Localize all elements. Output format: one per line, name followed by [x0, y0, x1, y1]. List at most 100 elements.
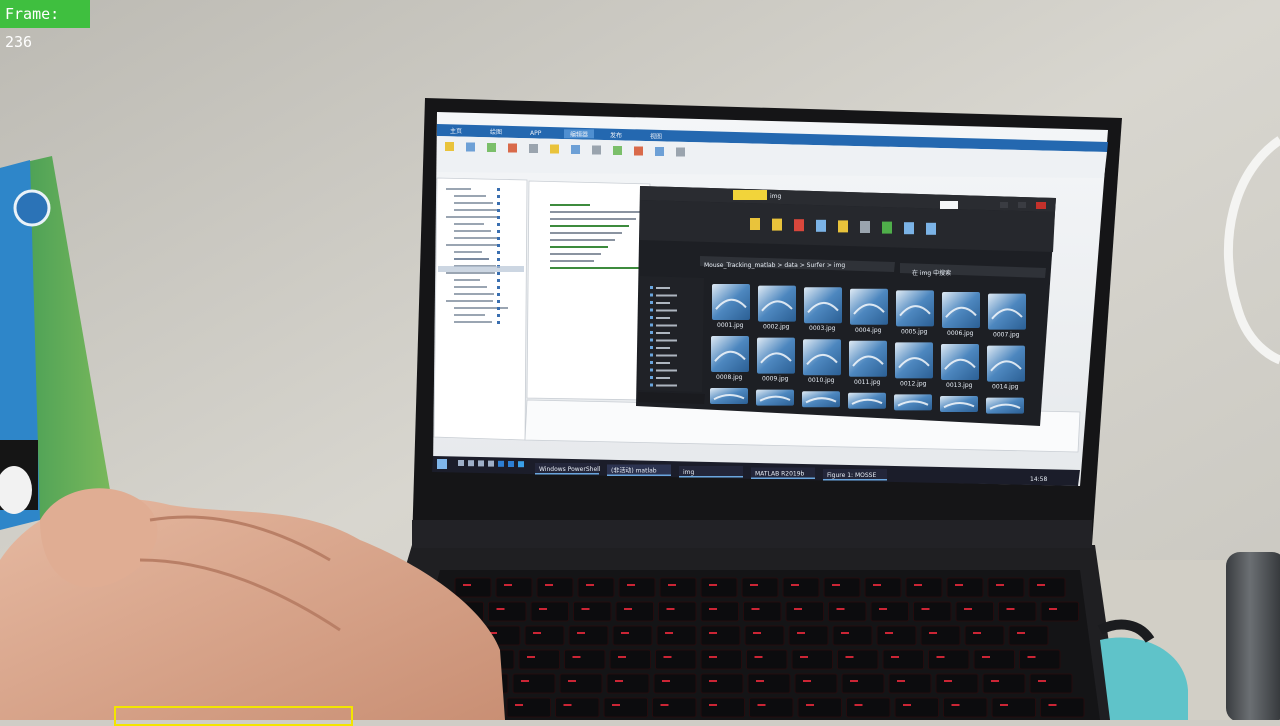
file-list-item[interactable]: [454, 314, 485, 316]
taskbar-pinned-icon[interactable]: [468, 460, 474, 467]
thumbnail-label: 0006.jpg: [947, 330, 974, 337]
file-list-item[interactable]: [454, 237, 498, 239]
nav-item[interactable]: [656, 317, 670, 319]
file-list-item[interactable]: [454, 223, 484, 225]
taskbar-app-button[interactable]: Windows PowerShell: [535, 463, 601, 475]
toolbar-icon[interactable]: [655, 147, 664, 156]
image-thumbnail[interactable]: [940, 396, 978, 412]
toolbar-icon[interactable]: [571, 145, 580, 154]
taskbar-app-button[interactable]: Figure 1: MOSSE: [823, 469, 887, 481]
taskbar-pinned-icon[interactable]: [508, 461, 514, 467]
frame-counter: Frame: 236: [0, 0, 90, 51]
taskbar-pinned-icon[interactable]: [478, 460, 484, 467]
taskbar-app-button[interactable]: img: [679, 466, 743, 478]
toolbar-icon[interactable]: [487, 143, 496, 152]
keyboard-key: [559, 673, 603, 694]
matlab-tab[interactable]: 视图: [650, 133, 662, 141]
file-list-item[interactable]: [446, 188, 471, 190]
nav-item[interactable]: [656, 294, 677, 297]
keyboard-key: [700, 577, 738, 598]
taskbar-pinned-icon[interactable]: [458, 460, 464, 466]
matlab-tab[interactable]: 编辑器: [570, 130, 588, 138]
matlab-tab[interactable]: 主页: [450, 127, 462, 135]
keyboard-key: [652, 697, 697, 718]
explorer-ribbon-icon[interactable]: [860, 221, 870, 233]
toolbar-icon[interactable]: [529, 144, 538, 153]
toolbar-icon[interactable]: [634, 146, 643, 156]
toolbar-icon[interactable]: [508, 143, 517, 153]
file-list-item[interactable]: [454, 286, 487, 288]
file-list-item[interactable]: [454, 230, 491, 232]
file-list-item[interactable]: [446, 272, 495, 274]
taskbar-app-button[interactable]: MATLAB R2019b: [751, 467, 815, 480]
explorer-ribbon-icon[interactable]: [904, 222, 914, 235]
explorer-ribbon-icon[interactable]: [816, 219, 826, 232]
matlab-tab[interactable]: APP: [530, 130, 542, 137]
start-button[interactable]: [437, 459, 447, 469]
toolbar-icon[interactable]: [466, 142, 475, 152]
file-list-item[interactable]: [454, 321, 492, 323]
close-button[interactable]: [1036, 202, 1046, 209]
file-list-item[interactable]: [454, 195, 486, 197]
file-list-item[interactable]: [454, 209, 500, 211]
nav-item[interactable]: [656, 309, 677, 312]
toolbar-icon[interactable]: [592, 145, 601, 155]
explorer-ribbon-icon[interactable]: [926, 222, 936, 235]
toolbar-icon[interactable]: [676, 147, 685, 157]
svg-text:(非活动) matlab: (非活动) matlab: [611, 467, 657, 475]
keyboard-key: [655, 649, 697, 670]
nav-item[interactable]: [656, 324, 677, 327]
svg-text:Windows PowerShell: Windows PowerShell: [539, 466, 601, 473]
keyboard-key: [905, 577, 943, 598]
nav-item[interactable]: [656, 369, 677, 372]
file-list-item[interactable]: [454, 293, 494, 295]
file-list-item[interactable]: [446, 244, 497, 246]
minimize-button[interactable]: [1000, 202, 1008, 208]
nav-item[interactable]: [656, 339, 677, 342]
toolbar-icon[interactable]: [445, 142, 454, 151]
nav-item[interactable]: [656, 332, 670, 334]
nav-item[interactable]: [656, 302, 670, 304]
thumbnail-label: 0014.jpg: [992, 384, 1019, 391]
image-thumbnail[interactable]: [894, 394, 932, 411]
toolbar-icon[interactable]: [550, 144, 559, 154]
nav-item[interactable]: [656, 287, 670, 289]
nav-item[interactable]: [656, 377, 670, 379]
maximize-button[interactable]: [1018, 202, 1026, 208]
explorer-ribbon-icon[interactable]: [794, 219, 804, 232]
image-thumbnail[interactable]: [802, 391, 840, 408]
taskbar-pinned-icon[interactable]: [488, 460, 494, 467]
explorer-ribbon-icon[interactable]: [882, 221, 892, 234]
nav-item[interactable]: [656, 354, 677, 357]
file-status-icon: [497, 209, 500, 212]
matlab-tab[interactable]: 发布: [610, 131, 622, 139]
thumbnail-label: 0009.jpg: [762, 376, 789, 383]
toolbar-icon[interactable]: [613, 146, 622, 155]
image-thumbnail[interactable]: [986, 397, 1024, 414]
file-list-item[interactable]: [454, 251, 482, 253]
explorer-ribbon-icon[interactable]: [838, 220, 848, 233]
file-list-item[interactable]: [446, 216, 499, 218]
file-status-icon: [497, 251, 500, 254]
file-list-item[interactable]: [454, 202, 493, 204]
code-line: [550, 204, 590, 206]
matlab-tab[interactable]: 绘图: [490, 128, 502, 136]
taskbar-app-button[interactable]: (非活动) matlab: [607, 464, 671, 477]
keyboard-key: [530, 601, 569, 622]
file-list-item[interactable]: [446, 300, 493, 302]
file-status-icon: [497, 293, 500, 296]
file-list-item[interactable]: [454, 279, 480, 281]
nav-item[interactable]: [656, 384, 677, 387]
image-thumbnail[interactable]: [756, 389, 794, 406]
image-thumbnail[interactable]: [848, 392, 886, 409]
taskbar-pinned-icon[interactable]: [498, 460, 504, 467]
taskbar-pinned-icon[interactable]: [518, 461, 524, 468]
keyboard-key: [998, 601, 1037, 622]
explorer-ribbon-icon[interactable]: [750, 218, 760, 230]
file-list-item[interactable]: [454, 258, 489, 260]
nav-item[interactable]: [656, 347, 670, 349]
image-thumbnail[interactable]: [710, 388, 748, 404]
keyboard-key: [609, 649, 651, 670]
explorer-ribbon-icon[interactable]: [772, 218, 782, 231]
nav-item[interactable]: [656, 362, 670, 364]
